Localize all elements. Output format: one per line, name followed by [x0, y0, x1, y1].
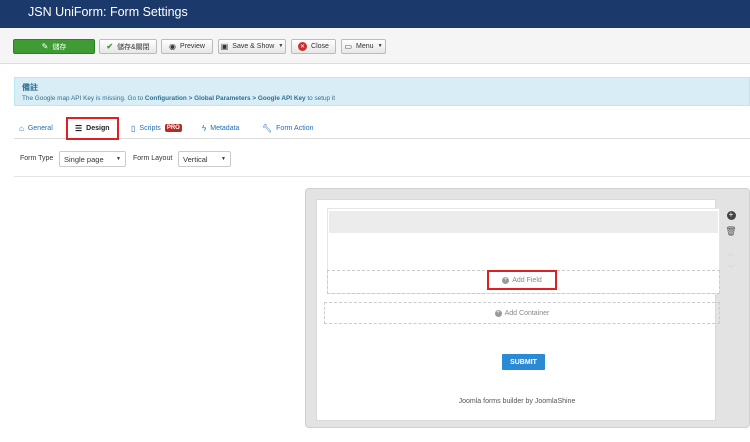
tab-scripts[interactable]: ▯ Scripts PRO	[131, 117, 182, 139]
page-title: JSN UniForm: Form Settings	[28, 5, 188, 19]
delete-row-button[interactable]: 🗑︎	[725, 225, 737, 237]
tab-label: General	[27, 124, 53, 132]
move-down-button[interactable]: ﹀	[725, 263, 737, 275]
save-close-button[interactable]: ✔ 儲存&關閉	[99, 39, 157, 54]
caret-down-icon: ▼	[278, 43, 284, 49]
bolt-icon: ϟ	[202, 123, 207, 133]
select-arrow-icon: ▼	[116, 156, 121, 162]
save-close-label: 儲存&關閉	[117, 43, 150, 51]
tab-label: Metadata	[210, 124, 240, 132]
save-icon: ▣	[220, 41, 229, 51]
form-row-header	[329, 211, 718, 233]
edit-icon: ✎	[41, 41, 49, 51]
add-field-label: Add Field	[512, 276, 542, 284]
close-label: Close	[311, 43, 329, 50]
tab-design[interactable]: ☰ Design	[66, 117, 119, 140]
alert-link-google-api-key: Google API Key	[257, 95, 306, 102]
form-layout-select[interactable]: Vertical ▼	[178, 151, 231, 167]
close-icon: ✕	[298, 42, 308, 51]
toolbar: ✎ 儲存 ✔ 儲存&關閉 ◉ Preview ▣ Save & Show ▼ ✕…	[0, 28, 750, 64]
alert-link-global-parameters: Global Parameters	[194, 95, 251, 102]
save-show-label: Save & Show	[232, 43, 275, 50]
preview-button[interactable]: ◉ Preview	[161, 39, 213, 54]
plus-circle-icon: +	[494, 309, 502, 317]
plus-circle-icon: +	[726, 210, 736, 220]
submit-button[interactable]: SUBMIT	[502, 354, 545, 370]
add-field-button[interactable]: + Add Field	[487, 270, 557, 290]
form-layout-label: Form Layout	[133, 155, 173, 162]
alert-sep: >	[188, 95, 193, 102]
home-icon: ⌂	[19, 123, 24, 133]
form-layout-value: Vertical	[183, 154, 208, 164]
plus-circle-icon: +	[502, 276, 510, 284]
save-show-button[interactable]: ▣ Save & Show ▼	[218, 39, 286, 54]
pro-badge: PRO	[164, 124, 182, 132]
row-tools: + 🗑︎ ︿ ﹀	[721, 207, 741, 277]
tab-form-action[interactable]: 🔧︎ Form Action	[262, 117, 314, 139]
form-page: + Add Field + Add Container SUBMIT Jooml…	[316, 199, 720, 421]
add-row-button[interactable]: +	[725, 209, 737, 221]
tab-label: Design	[86, 125, 110, 132]
save-button-label: 儲存	[52, 43, 67, 51]
add-container-label: Add Container	[504, 309, 550, 317]
tab-label: Scripts	[139, 124, 161, 132]
alert-title: 備註	[22, 83, 38, 92]
move-up-button[interactable]: ︿	[725, 247, 737, 259]
alert-notice: 備註 The Google map API Key is missing. Go…	[14, 77, 750, 106]
list-icon: ☰	[75, 124, 83, 133]
save-button[interactable]: ✎ 儲存	[13, 39, 95, 54]
divider	[14, 176, 750, 177]
check-icon: ✔	[106, 41, 114, 51]
tab-bar: ⌂ General ☰ Design ▯ Scripts PRO ϟ Metad…	[14, 117, 750, 140]
tab-metadata[interactable]: ϟ Metadata	[202, 117, 239, 139]
caret-down-icon: ▼	[377, 43, 383, 49]
alert-msg-suffix: to setup it	[307, 95, 336, 102]
form-type-value: Single page	[64, 154, 104, 164]
menu-icon: ▭	[344, 41, 353, 51]
menu-button[interactable]: ▭ Menu ▼	[341, 39, 386, 54]
alert-sep: >	[252, 95, 257, 102]
alert-link-configuration: Configuration	[144, 95, 187, 102]
form-options: Form Type Single page ▼ Form Layout Vert…	[14, 150, 750, 170]
trash-icon: 🗑︎	[725, 225, 737, 236]
close-button[interactable]: ✕ Close	[291, 39, 336, 54]
chevron-down-icon: ﹀	[727, 266, 735, 273]
form-type-label: Form Type	[20, 155, 54, 162]
preview-label: Preview	[180, 43, 205, 50]
eye-icon: ◉	[169, 41, 177, 51]
alert-message: The Google map API Key is missing. Go to…	[22, 95, 335, 102]
builder-credit: Joomla forms builder by JoomlaShine	[458, 398, 576, 405]
form-builder-canvas: + Add Field + Add Container SUBMIT Jooml…	[305, 188, 750, 428]
app-header: JSN UniForm: Form Settings	[0, 0, 750, 28]
alert-msg-prefix: The Google map API Key is missing. Go to	[22, 95, 144, 102]
menu-label: Menu	[356, 43, 374, 50]
form-type-select[interactable]: Single page ▼	[59, 151, 126, 167]
tab-general[interactable]: ⌂ General	[19, 117, 53, 139]
tab-label: Form Action	[276, 124, 314, 132]
file-icon: ▯	[131, 123, 136, 133]
chevron-up-icon: ︿	[727, 250, 735, 257]
select-arrow-icon: ▼	[221, 156, 226, 162]
wrench-icon: 🔧︎	[262, 123, 273, 133]
add-container-button[interactable]: + Add Container	[324, 302, 720, 324]
